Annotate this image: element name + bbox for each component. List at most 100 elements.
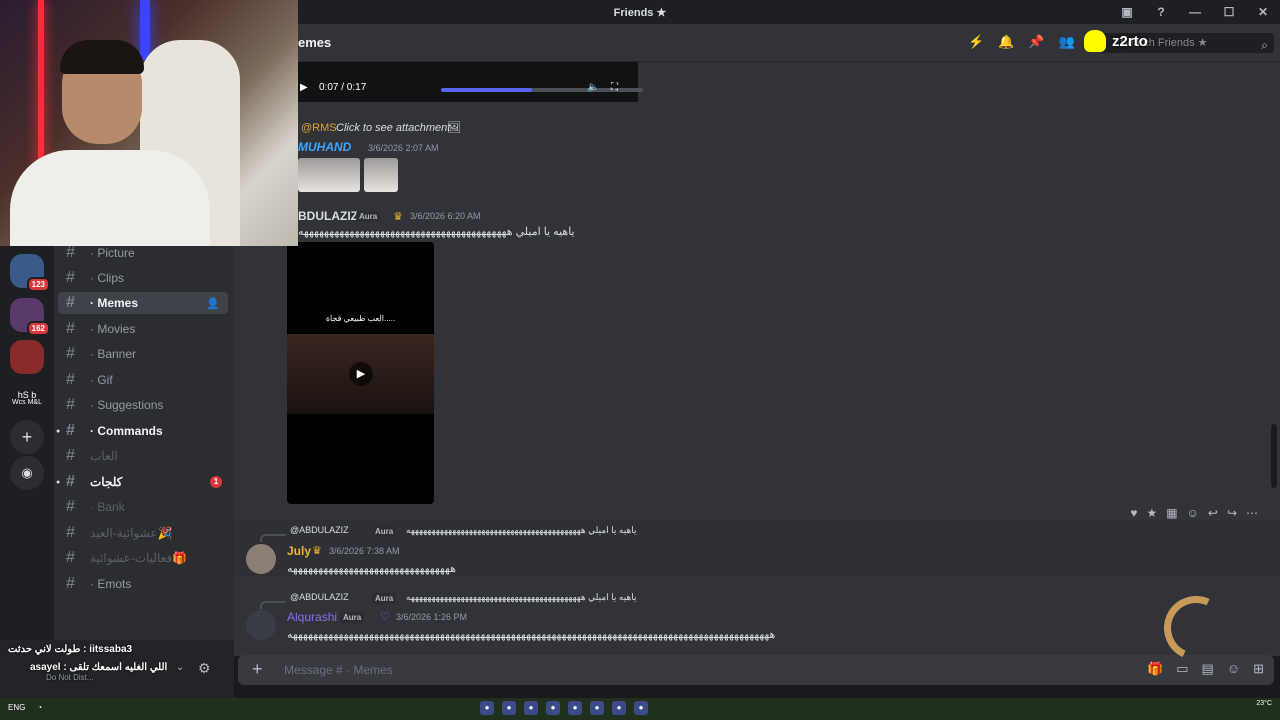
channel-bank[interactable]: # · Bank bbox=[58, 496, 228, 518]
server-rail: 123 162 hS b Wcs M&L + ◉ bbox=[0, 246, 54, 698]
video-attachment[interactable]: العب طبيعي قجاة..... ▶ bbox=[287, 242, 434, 504]
message-author[interactable]: MUHAND bbox=[298, 140, 351, 154]
server-icon-5[interactable]: Wcs M&L bbox=[10, 392, 44, 412]
message-author[interactable]: BDULAZIZ bbox=[298, 209, 358, 223]
search-icon[interactable]: ⌕ bbox=[1261, 35, 1268, 55]
hash-icon: # bbox=[66, 575, 75, 592]
channel-label: · Gif bbox=[90, 373, 113, 387]
app-icon[interactable]: ● bbox=[634, 701, 648, 715]
hash-icon: # bbox=[66, 396, 75, 413]
hash-icon: # bbox=[66, 473, 75, 490]
pin-icon[interactable]: 📌 bbox=[1028, 34, 1044, 50]
language-indicator[interactable]: ENG bbox=[8, 703, 25, 712]
reply-author[interactable]: @ABDULAZIZ bbox=[290, 592, 349, 602]
channel-label: · Emots bbox=[90, 577, 132, 591]
message-text: هههههههههههههههههههههههههههههههههههههههه… bbox=[287, 629, 776, 641]
invite-icon[interactable]: 👤 bbox=[206, 297, 220, 310]
minimize-button[interactable]: — bbox=[1178, 5, 1212, 19]
bell-icon[interactable]: 🔔 bbox=[998, 34, 1014, 50]
star-reaction-icon[interactable]: ★ bbox=[1147, 506, 1158, 520]
message-author[interactable]: July bbox=[287, 544, 311, 558]
message-text: ههههههههههههههههههههههههههههههههه bbox=[287, 563, 456, 575]
channel-kalajat[interactable]: ● # كلجات 1 bbox=[56, 471, 228, 493]
gift-icon[interactable]: 🎁 bbox=[1147, 661, 1163, 677]
add-reaction-icon[interactable]: ☺ bbox=[1187, 506, 1199, 520]
reply-preview[interactable]: ياهيه يا اميلي ههههههههههههههههههههههههه… bbox=[406, 592, 636, 603]
forward-icon[interactable]: ↪ bbox=[1227, 506, 1237, 520]
channel-movies[interactable]: # · Movies bbox=[58, 318, 228, 340]
gif-icon[interactable]: ▭ bbox=[1176, 661, 1188, 677]
channel-emots[interactable]: # · Emots bbox=[58, 573, 228, 595]
channel-memes[interactable]: # · Memes 👤 bbox=[58, 292, 228, 314]
fullscreen-icon[interactable]: ⛶ bbox=[611, 82, 618, 93]
channel-title: emes bbox=[298, 35, 332, 50]
more-icon[interactable]: ⋯ bbox=[1246, 506, 1258, 520]
add-server-button[interactable]: + bbox=[10, 420, 44, 454]
channel-random-events[interactable]: # فعاليات-عشوائية🎁 bbox=[58, 547, 228, 569]
message-input[interactable] bbox=[284, 661, 1064, 679]
mention[interactable]: @RMS bbox=[301, 122, 337, 134]
hash-icon: # bbox=[66, 244, 75, 261]
image-icon: 🖼 bbox=[447, 122, 461, 134]
server-badge: 123 bbox=[26, 277, 50, 292]
maximize-button[interactable]: ☐ bbox=[1212, 5, 1246, 19]
reply-author[interactable]: @ABDULAZIZ bbox=[290, 525, 349, 535]
reply-icon[interactable]: ↩ bbox=[1208, 506, 1218, 520]
app-icon[interactable]: ● bbox=[612, 701, 626, 715]
emoji-reaction-icon[interactable]: ▦ bbox=[1166, 506, 1177, 520]
apps-icon[interactable]: ⊞ bbox=[1253, 661, 1264, 677]
attachment-link[interactable]: Click to see attachment bbox=[336, 122, 450, 134]
chevron-down-icon[interactable]: ⌄ bbox=[176, 662, 184, 673]
play-button[interactable]: ▶ bbox=[349, 362, 373, 386]
channel-gif[interactable]: # · Gif bbox=[58, 369, 228, 391]
app-icon[interactable]: ● bbox=[502, 701, 516, 715]
avatar[interactable] bbox=[246, 610, 276, 640]
channel-label: · Suggestions bbox=[90, 398, 164, 412]
heart-reaction-icon[interactable]: ♥ bbox=[1130, 506, 1137, 520]
threads-icon[interactable]: ⚡ bbox=[968, 34, 984, 50]
image-thumbnail[interactable] bbox=[326, 158, 360, 192]
plus-icon[interactable]: + bbox=[252, 659, 263, 680]
channel-commands[interactable]: ● # · Commands bbox=[56, 420, 228, 442]
play-icon[interactable]: ▶ bbox=[300, 82, 308, 93]
system-tray: ENG ◔ bbox=[8, 703, 42, 712]
taskbar: ENG ◔ ● ● ● ● ● ● ● ● 23°C bbox=[0, 698, 1280, 720]
role-tag: Aura bbox=[356, 211, 381, 222]
neon-light bbox=[140, 0, 150, 60]
app-icon[interactable]: ● bbox=[546, 701, 560, 715]
app-icon[interactable]: ● bbox=[524, 701, 538, 715]
channel-eid-random[interactable]: # عشوائية-العيد🎉 bbox=[58, 522, 228, 544]
reply-preview[interactable]: ياهيه يا اميلي ههههههههههههههههههههههههه… bbox=[406, 525, 636, 536]
sticker-icon[interactable]: ▤ bbox=[1202, 661, 1214, 677]
taskbar-apps: ● ● ● ● ● ● ● ● bbox=[480, 701, 648, 715]
scrollbar[interactable] bbox=[1271, 424, 1277, 488]
help-icon[interactable]: ? bbox=[1144, 5, 1178, 19]
emoji-icon[interactable]: ☺ bbox=[1227, 661, 1240, 677]
hash-icon: # bbox=[66, 422, 75, 439]
server-label: Wcs M&L bbox=[12, 398, 42, 406]
image-thumbnail[interactable] bbox=[364, 158, 398, 192]
volume-icon[interactable]: 🔈 bbox=[587, 82, 599, 93]
wifi-icon[interactable]: ◔ bbox=[37, 703, 42, 712]
channel-suggestions[interactable]: # · Suggestions bbox=[58, 394, 228, 416]
gear-icon[interactable]: ⚙ bbox=[198, 660, 211, 677]
server-icon-3[interactable] bbox=[10, 340, 44, 374]
close-button[interactable]: ✕ bbox=[1246, 5, 1280, 19]
message-author[interactable]: Alqurashi bbox=[287, 610, 337, 624]
app-icon[interactable]: ● bbox=[590, 701, 604, 715]
avatar[interactable] bbox=[246, 544, 276, 574]
inbox-icon[interactable]: ▣ bbox=[1110, 5, 1144, 19]
app-icon[interactable]: ● bbox=[480, 701, 494, 715]
role-tag: Aura bbox=[372, 593, 397, 604]
channel-banner[interactable]: # · Banner bbox=[58, 343, 228, 365]
members-icon[interactable]: 👥 bbox=[1059, 34, 1075, 50]
channel-games[interactable]: # العاب bbox=[58, 445, 228, 467]
user-status: Do Not Dist... bbox=[46, 673, 94, 682]
server-icon-2[interactable]: 162 bbox=[10, 298, 50, 336]
server-icon-1[interactable]: 123 bbox=[10, 254, 50, 292]
message-text: ياهيه يا اميلي ههههههههههههههههههههههههه… bbox=[298, 226, 575, 238]
discover-icon[interactable]: ◉ bbox=[10, 456, 44, 490]
weather-clock[interactable]: 23°C bbox=[1256, 700, 1272, 707]
app-icon[interactable]: ● bbox=[568, 701, 582, 715]
channel-clips[interactable]: # · Clips bbox=[58, 267, 228, 289]
